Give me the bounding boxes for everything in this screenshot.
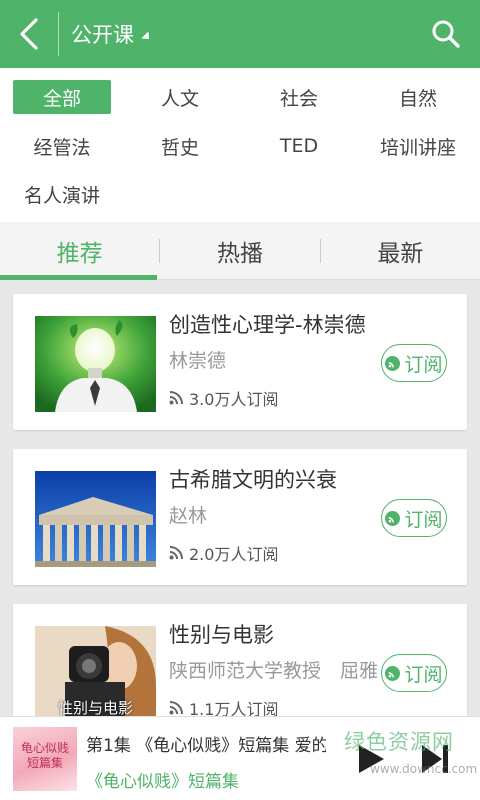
category-panel: 全部 人文 社会 自然 经管法 哲史 TED 培训讲座 名人演讲 xyxy=(0,68,480,222)
category-training[interactable]: 培训讲座 xyxy=(369,129,467,163)
course-thumbnail xyxy=(35,316,156,412)
course-title: 创造性心理学-林崇德 xyxy=(169,313,366,337)
tab-bar: 推荐 热播 最新 xyxy=(0,222,480,280)
tab-latest[interactable]: 最新 xyxy=(321,222,480,279)
category-economics-law[interactable]: 经管法 xyxy=(13,129,111,163)
subscribe-button[interactable]: 订阅 xyxy=(381,654,447,692)
rss-icon xyxy=(385,355,401,371)
course-author: 陕西师范大学教授 屈雅... xyxy=(169,660,379,682)
category-society[interactable]: 社会 xyxy=(250,80,348,114)
player-cover-text: 龟心似贱短篇集 xyxy=(20,741,69,770)
course-title: 性别与电影 xyxy=(169,623,274,647)
tab-recommended[interactable]: 推荐 xyxy=(0,222,159,280)
course-thumbnail: 性别与电影 xyxy=(35,626,156,722)
back-arrow-icon xyxy=(20,18,38,50)
player-track-title: 第1集 《龟心似贱》短篇集 爱的... xyxy=(86,736,326,756)
header-divider xyxy=(58,12,59,56)
watermark-url: www.downcc.com xyxy=(370,762,478,776)
search-button[interactable] xyxy=(430,18,462,50)
subscribe-label: 订阅 xyxy=(404,353,443,376)
rss-icon xyxy=(169,391,183,405)
course-title: 古希腊文明的兴衰 xyxy=(169,468,337,492)
course-author: 林崇德 xyxy=(169,350,227,372)
rss-icon xyxy=(169,546,183,560)
category-celebrity-speech[interactable]: 名人演讲 xyxy=(13,177,111,211)
rss-icon xyxy=(385,665,401,681)
category-nature[interactable]: 自然 xyxy=(369,80,467,114)
subscribe-label: 订阅 xyxy=(404,663,443,686)
subscriber-count: 2.0万人订阅 xyxy=(169,541,278,565)
category-ted[interactable]: TED xyxy=(250,129,348,163)
subscriber-count-text: 2.0万人订阅 xyxy=(189,545,279,564)
page-title: 公开课 xyxy=(71,23,134,47)
subscribe-button[interactable]: 订阅 xyxy=(381,499,447,537)
course-card[interactable]: 创造性心理学-林崇德 林崇德 3.0万人订阅 订阅 xyxy=(13,294,467,430)
watermark-logo: 绿色资源网 xyxy=(344,730,454,754)
rss-icon xyxy=(169,701,183,715)
tab-popular[interactable]: 热播 xyxy=(160,222,319,279)
category-humanities[interactable]: 人文 xyxy=(131,80,229,114)
subscriber-count: 3.0万人订阅 xyxy=(169,386,278,410)
back-button[interactable] xyxy=(0,0,58,68)
title-dropdown[interactable]: 公开课 xyxy=(71,0,153,68)
course-thumbnail xyxy=(35,471,156,567)
subscriber-count-text: 3.0万人订阅 xyxy=(189,390,279,409)
course-card[interactable]: 古希腊文明的兴衰 赵林 2.0万人订阅 订阅 xyxy=(13,449,467,585)
course-author: 赵林 xyxy=(169,505,208,527)
app-header: 公开课 xyxy=(0,0,480,68)
subscribe-button[interactable]: 订阅 xyxy=(381,344,447,382)
caret-icon xyxy=(141,31,153,43)
player-cover[interactable]: 龟心似贱短篇集 xyxy=(13,727,77,791)
thumbnail-caption: 性别与电影 xyxy=(57,699,133,717)
category-all[interactable]: 全部 xyxy=(13,80,111,114)
player-album-title[interactable]: 《龟心似贱》短篇集 xyxy=(86,767,239,792)
rss-icon xyxy=(385,510,401,526)
category-philosophy-history[interactable]: 哲史 xyxy=(131,129,229,163)
subscribe-label: 订阅 xyxy=(404,508,443,531)
search-icon xyxy=(432,20,460,48)
